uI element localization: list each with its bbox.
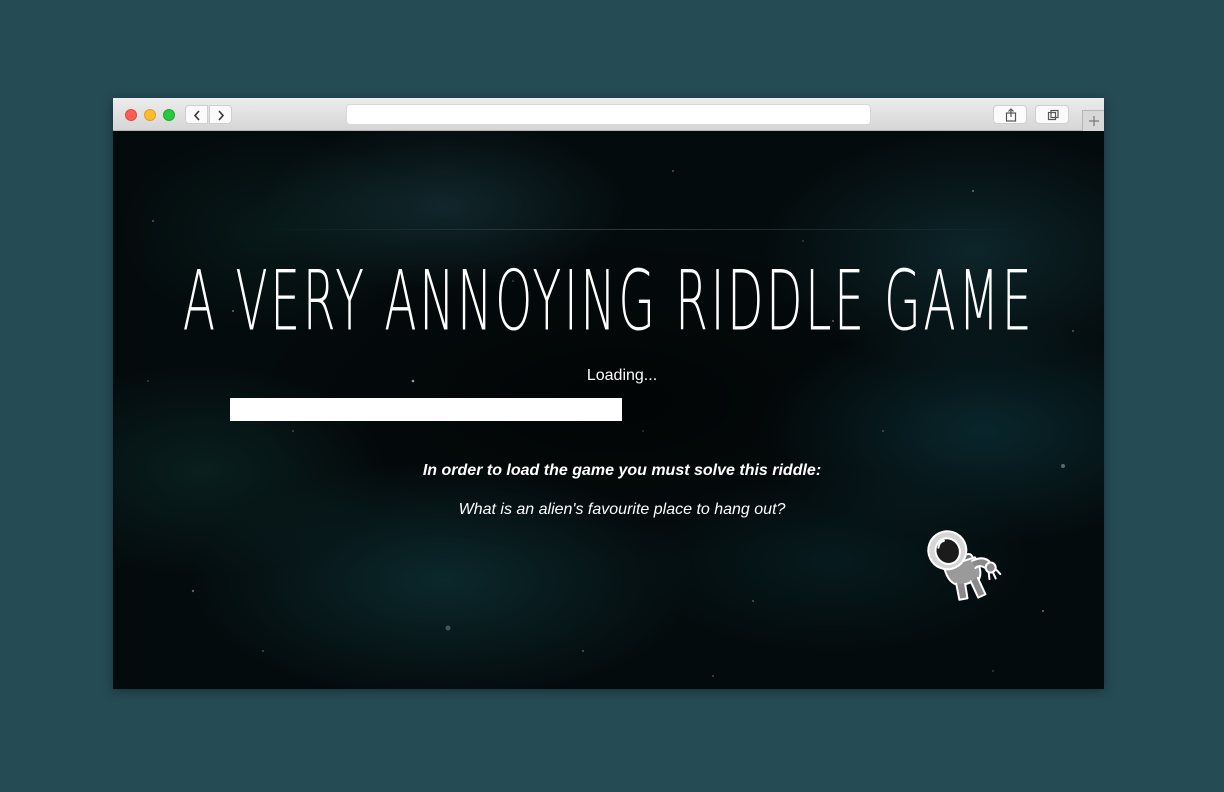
back-button[interactable] xyxy=(185,105,208,124)
zoom-window-button[interactable] xyxy=(163,109,175,121)
chevron-left-icon xyxy=(193,110,200,121)
title-divider xyxy=(263,229,1023,230)
browser-window: A VERY ANNOYING RIDDLE GAME Loading... I… xyxy=(113,98,1104,689)
game-viewport: A VERY ANNOYING RIDDLE GAME Loading... I… xyxy=(113,131,1104,689)
forward-button[interactable] xyxy=(209,105,232,124)
astronaut-icon xyxy=(927,530,1002,601)
riddle-question: What is an alien's favourite place to ha… xyxy=(458,501,786,518)
share-button[interactable] xyxy=(993,105,1027,124)
plus-icon xyxy=(1089,116,1099,126)
loading-progress-bar xyxy=(230,398,622,421)
share-icon xyxy=(1005,108,1017,122)
tabs-icon xyxy=(1047,109,1059,121)
riddle-instructions: In order to load the game you must solve… xyxy=(422,462,822,479)
browser-toolbar xyxy=(113,98,1104,131)
close-window-button[interactable] xyxy=(125,109,137,121)
loading-label: Loading... xyxy=(586,367,658,384)
loading-progress-fill xyxy=(230,398,622,421)
game-title: A VERY ANNOYING RIDDLE GAME xyxy=(182,253,1035,349)
chevron-right-icon xyxy=(218,110,225,121)
show-tabs-button[interactable] xyxy=(1035,105,1069,124)
minimize-window-button[interactable] xyxy=(144,109,156,121)
new-tab-button[interactable] xyxy=(1082,110,1104,131)
address-bar[interactable] xyxy=(346,104,871,125)
